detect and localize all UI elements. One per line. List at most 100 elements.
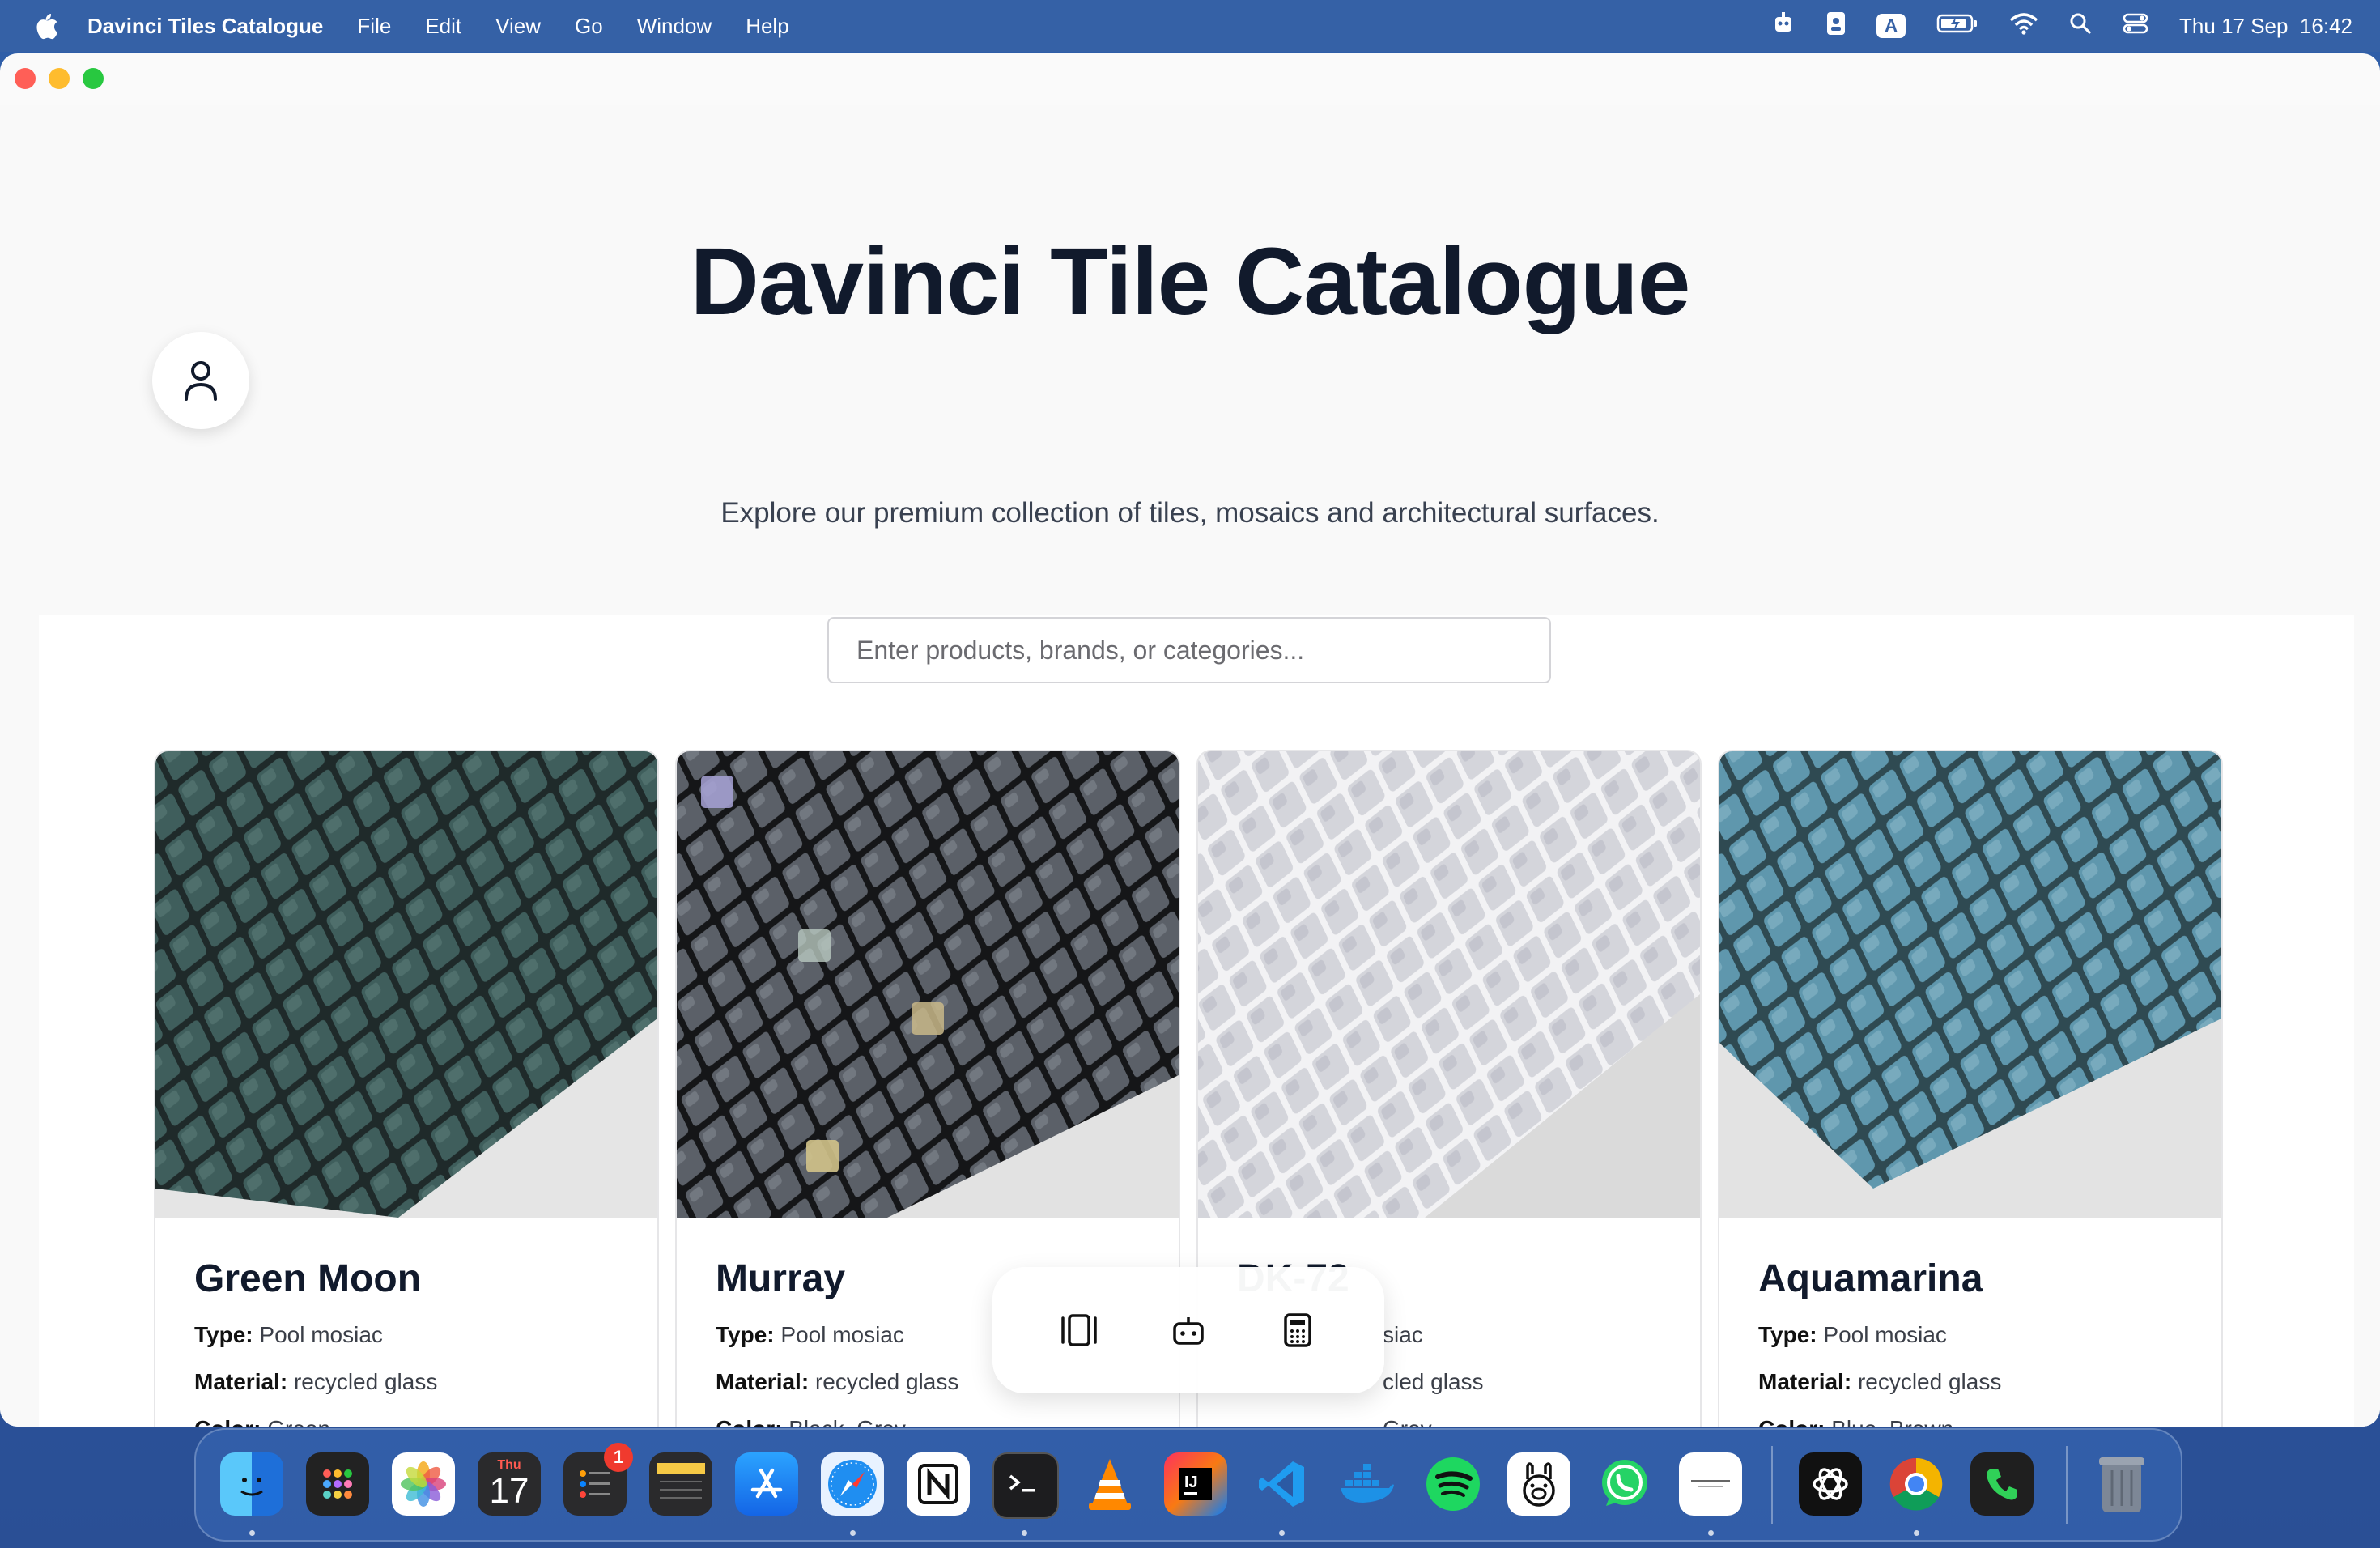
calculator-icon (1283, 1313, 1311, 1347)
app-window: Davinci Tile Catalogue Explore our premi… (0, 53, 2380, 1427)
vlc-icon[interactable] (1078, 1452, 1141, 1516)
spotlight-search-icon[interactable] (2069, 12, 2092, 40)
reminders-badge: 1 (604, 1443, 633, 1472)
notes-icon[interactable] (649, 1452, 712, 1516)
menu-edit[interactable]: Edit (425, 14, 461, 39)
product-material: Material: recycled glass (194, 1369, 657, 1395)
product-card-green-moon[interactable]: Green Moon Type: Pool mosiac Material: r… (154, 750, 659, 1427)
material-label: Material: (716, 1369, 810, 1394)
minimize-window-button[interactable] (49, 68, 70, 89)
terminal-icon[interactable] (992, 1452, 1059, 1519)
safari-icon[interactable] (821, 1452, 884, 1516)
menu-help[interactable]: Help (746, 14, 788, 39)
app-name-menu[interactable]: Davinci Tiles Catalogue (87, 14, 323, 39)
menubar-datetime[interactable]: Thu 17 Sep 16:42 (2179, 14, 2352, 39)
product-card-aquamarina[interactable]: Aquamarina Type: Pool mosiac Material: r… (1718, 750, 2223, 1427)
material-label: Material: (1758, 1369, 1852, 1394)
product-material: Material: recycled glass (1758, 1369, 2221, 1395)
calculator-button[interactable] (1273, 1306, 1322, 1354)
battery-icon[interactable] (1936, 12, 1978, 40)
input-source-indicator[interactable]: A (1876, 14, 1906, 38)
launchpad-icon[interactable] (306, 1452, 369, 1516)
photos-icon[interactable] (392, 1452, 455, 1516)
profile-button[interactable] (152, 332, 249, 429)
vscode-icon[interactable] (1250, 1452, 1313, 1516)
menu-view[interactable]: View (495, 14, 541, 39)
product-name[interactable]: Green Moon (194, 1257, 657, 1301)
calendar-day: 17 (489, 1471, 529, 1511)
product-image[interactable] (1719, 751, 2221, 1218)
dock-separator (1771, 1446, 1773, 1524)
calendar-icon[interactable]: Thu 17 (478, 1452, 541, 1516)
tile-catalogue-running-indicator (1708, 1530, 1714, 1536)
terminal-running-indicator (1022, 1530, 1027, 1536)
dock-separator-2 (2066, 1446, 2068, 1524)
menu-window[interactable]: Window (637, 14, 712, 39)
color-label: Color: (194, 1416, 261, 1427)
product-color: Color: Black, Grey (716, 1416, 1179, 1427)
ollama-icon[interactable] (1507, 1452, 1570, 1516)
finder-running-indicator (249, 1530, 255, 1536)
carousel-icon (1061, 1314, 1098, 1346)
menu-go[interactable]: Go (575, 14, 603, 39)
material-value: recycled glass (1857, 1369, 2002, 1394)
svg-text:IJ: IJ (1184, 1474, 1198, 1491)
tile-catalogue-app-icon[interactable] (1679, 1452, 1742, 1516)
contact-card-icon[interactable] (1826, 11, 1846, 42)
page-content: Davinci Tile Catalogue Explore our premi… (0, 105, 2380, 1427)
carousel-button[interactable] (1055, 1306, 1103, 1354)
finder-icon[interactable] (220, 1452, 283, 1516)
notion-icon[interactable] (907, 1452, 970, 1516)
type-value: Pool mosiac (1823, 1322, 1947, 1347)
menu-file[interactable]: File (357, 14, 391, 39)
app-store-icon[interactable] (735, 1452, 798, 1516)
search-input[interactable] (827, 617, 1551, 683)
page-title: Davinci Tile Catalogue (690, 228, 1691, 335)
trash-icon[interactable] (2090, 1452, 2153, 1516)
page-subtitle: Explore our premium collection of tiles,… (720, 497, 1660, 529)
product-type: Type: Pool mosiac (1758, 1322, 2221, 1348)
type-value: Pool mosiac (259, 1322, 383, 1347)
whatsapp-icon[interactable] (1593, 1452, 1656, 1516)
apple-icon[interactable] (32, 10, 62, 42)
product-image[interactable] (155, 751, 657, 1218)
product-image[interactable] (677, 751, 1179, 1218)
assistant-button[interactable] (1164, 1306, 1213, 1354)
close-window-button[interactable] (15, 68, 36, 89)
material-value: recycled glass (814, 1369, 959, 1394)
type-label: Type: (716, 1322, 775, 1347)
product-color: Color: Green (194, 1416, 657, 1427)
product-image[interactable] (1198, 751, 1700, 1218)
phone-icon[interactable] (1970, 1452, 2034, 1516)
material-value: recycled glass (293, 1369, 438, 1394)
reminders-icon[interactable]: 1 (563, 1443, 633, 1516)
color-value: Grey (1383, 1416, 1432, 1427)
dock: Thu 17 1 IJ (194, 1428, 2182, 1542)
color-label: Color: (1758, 1416, 1825, 1427)
type-label: Type: (194, 1322, 253, 1347)
chrome-icon[interactable] (1885, 1452, 1948, 1516)
intellij-icon[interactable]: IJ (1164, 1452, 1227, 1516)
vscode-running-indicator (1279, 1530, 1285, 1536)
color-value: Blue, Brown (1831, 1416, 1953, 1427)
spotify-icon[interactable] (1422, 1452, 1485, 1516)
chatgpt-icon[interactable] (1799, 1452, 1862, 1516)
material-value: cled glass (1383, 1369, 1484, 1394)
product-color: Color: Blue, Brown (1758, 1416, 2221, 1427)
control-center-icon[interactable] (2123, 12, 2148, 40)
status-robot-icon[interactable] (1771, 11, 1796, 42)
color-label: Color: (716, 1416, 782, 1427)
wifi-icon[interactable] (2009, 12, 2038, 40)
docker-icon[interactable] (1336, 1452, 1399, 1516)
product-type: Type: Pool mosiac (194, 1322, 657, 1348)
product-color: Grey (1237, 1416, 1700, 1427)
window-controls (15, 68, 104, 89)
material-label: Material: (194, 1369, 288, 1394)
color-value: Green (267, 1416, 330, 1427)
zoom-window-button[interactable] (83, 68, 104, 89)
type-value: Pool mosiac (780, 1322, 904, 1347)
chrome-running-indicator (1914, 1530, 1919, 1536)
product-name[interactable]: Aquamarina (1758, 1257, 2221, 1301)
type-value: siac (1383, 1322, 1423, 1347)
menu-bar: Davinci Tiles Catalogue File Edit View G… (0, 0, 2380, 52)
